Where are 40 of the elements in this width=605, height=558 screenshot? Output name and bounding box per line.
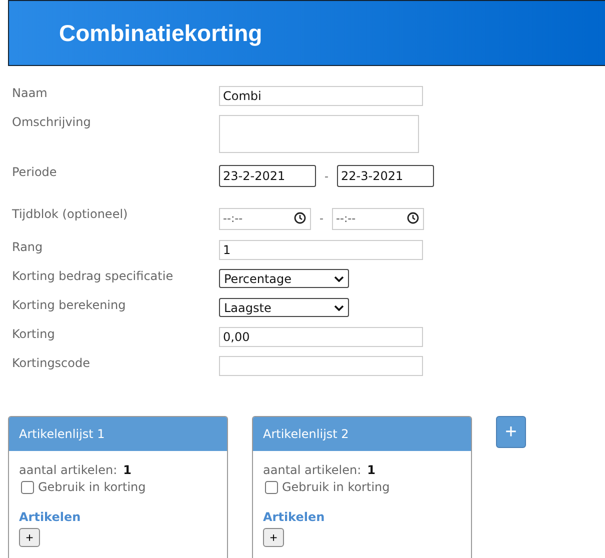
clock-icon xyxy=(407,212,419,224)
field-label: Kortingscode xyxy=(12,356,91,370)
text-field[interactable]: 1 xyxy=(219,240,423,260)
count-label: aantal artikelen: xyxy=(19,463,118,477)
section-heading: Artikelen xyxy=(263,510,326,524)
text-field[interactable] xyxy=(219,356,423,376)
range-separator: - xyxy=(324,170,330,182)
checkbox-label: Gebruik in korting xyxy=(282,480,390,494)
dropdown[interactable]: Laagste xyxy=(219,298,349,317)
add-button[interactable]: + xyxy=(263,528,284,547)
checkbox[interactable] xyxy=(265,480,278,494)
date-field[interactable]: 22-3-2021 xyxy=(337,165,434,187)
field-label: Tijdblok (optioneel) xyxy=(12,207,129,221)
field-label: Omschrijving xyxy=(12,115,92,129)
count-value: 1 xyxy=(123,463,132,477)
field-label: Rang xyxy=(12,240,44,254)
checkbox-label: Gebruik in korting xyxy=(38,480,146,494)
date-field[interactable]: 23-2-2021 xyxy=(219,165,316,187)
time-field[interactable]: --:-- xyxy=(332,208,424,230)
count-label: aantal artikelen: xyxy=(263,463,362,477)
field-label: Korting xyxy=(12,327,56,341)
clock-icon xyxy=(294,212,306,224)
field-label: Periode xyxy=(12,165,58,179)
panel-title: Artikelenlijst 1 xyxy=(19,427,105,441)
count-value: 1 xyxy=(367,463,376,477)
checkbox[interactable] xyxy=(21,480,34,494)
field-label: Naam xyxy=(12,86,48,100)
time-field[interactable]: --:-- xyxy=(219,208,311,230)
page-title: Combinatiekorting xyxy=(59,20,262,46)
range-separator: - xyxy=(318,212,324,225)
chevron-icon xyxy=(334,304,344,310)
field-label: Korting berekening xyxy=(12,298,127,312)
text-field[interactable]: 0,00 xyxy=(219,327,423,347)
text-field[interactable]: Combi xyxy=(219,86,423,106)
section-heading: Artikelen xyxy=(19,510,82,524)
field-label: Korting bedrag specificatie xyxy=(12,269,174,283)
panel-title: Artikelenlijst 2 xyxy=(263,427,349,441)
chevron-icon xyxy=(334,276,344,282)
add-button[interactable]: + xyxy=(19,528,40,547)
dropdown[interactable]: Percentage xyxy=(219,269,349,288)
